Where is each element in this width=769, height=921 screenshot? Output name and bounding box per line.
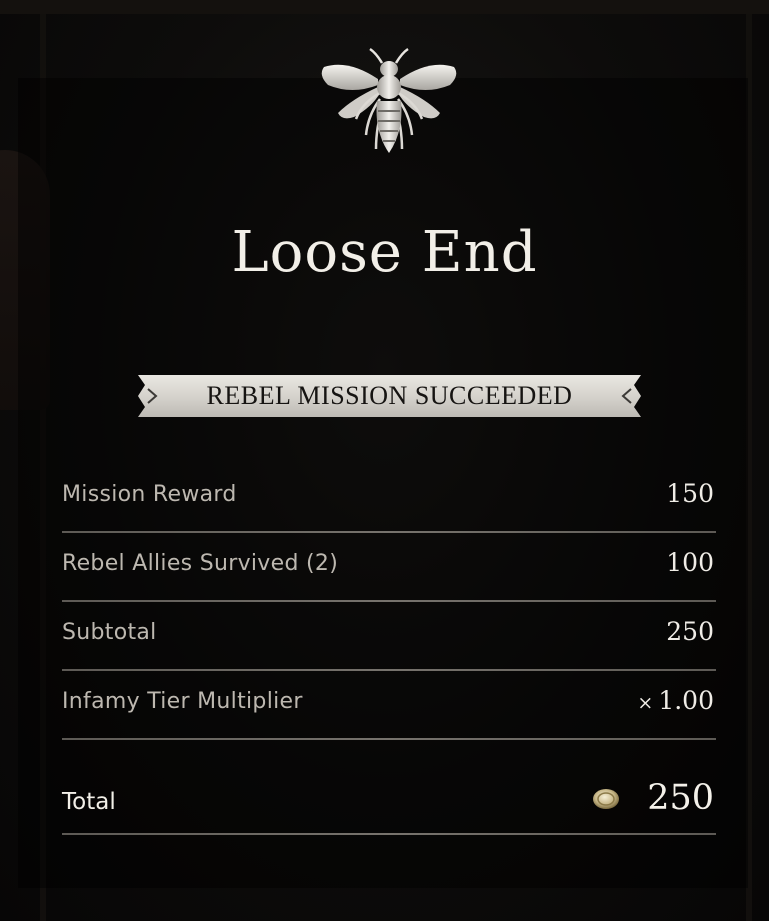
mission-title: Loose End	[231, 220, 538, 285]
reward-value: 150	[666, 479, 714, 508]
reward-row-allies: Rebel Allies Survived (2) 100	[62, 533, 716, 602]
reward-value: 100	[666, 548, 714, 577]
reward-label: Rebel Allies Survived (2)	[62, 551, 339, 576]
reward-row-mission: Mission Reward 150	[62, 464, 716, 533]
total-label: Total	[62, 789, 116, 815]
reward-label: Subtotal	[62, 620, 157, 645]
coin-icon	[592, 788, 620, 810]
total-row: Total 250	[62, 740, 716, 835]
mission-results-screen: Loose End REBEL MISSION SUCCEEDED Missio…	[0, 0, 769, 921]
multiply-sign: ×	[637, 692, 654, 714]
row-divider	[62, 833, 716, 835]
background-rail	[0, 0, 769, 14]
reward-label: Mission Reward	[62, 482, 237, 507]
multiplier-value-group: × 1.00	[637, 686, 714, 715]
total-value: 250	[647, 778, 714, 818]
multiplier-label: Infamy Tier Multiplier	[62, 689, 303, 714]
mission-status-text: REBEL MISSION SUCCEEDED	[206, 381, 573, 410]
reward-row-multiplier: Infamy Tier Multiplier × 1.00	[62, 671, 716, 740]
reward-value: 250	[666, 617, 714, 646]
bee-icon	[318, 45, 460, 157]
multiplier-value: 1.00	[658, 686, 714, 715]
reward-row-subtotal: Subtotal 250	[62, 602, 716, 671]
rewards-list: Mission Reward 150 Rebel Allies Survived…	[62, 464, 716, 835]
mission-status-banner: REBEL MISSION SUCCEEDED	[138, 373, 641, 419]
